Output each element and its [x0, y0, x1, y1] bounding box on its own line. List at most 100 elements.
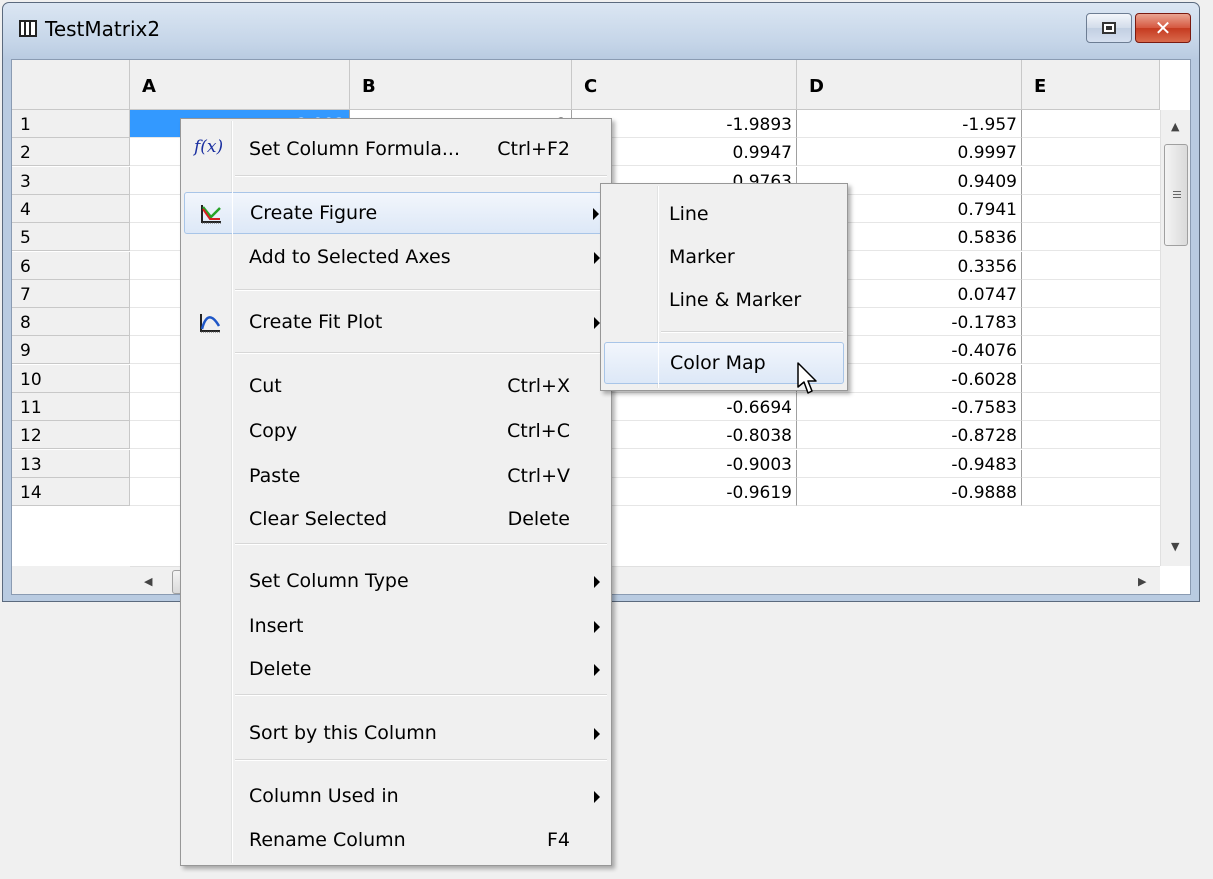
menu-item-delete[interactable]: Delete: [184, 649, 608, 691]
menu-item-label: Delete: [249, 658, 312, 680]
menu-item-clear-selected[interactable]: Clear Selected Delete: [184, 499, 608, 541]
cell-e7[interactable]: [1022, 279, 1160, 308]
menu-item-shortcut: Ctrl+C: [507, 420, 570, 442]
row-header[interactable]: 9: [12, 336, 130, 365]
menu-item-label: Paste: [249, 465, 301, 487]
column-header-e[interactable]: E: [1022, 60, 1160, 110]
row-header[interactable]: 12: [12, 421, 130, 450]
submenu-arrow-icon: [594, 664, 600, 676]
menu-item-shortcut: F4: [546, 829, 570, 851]
row-header[interactable]: 6: [12, 251, 130, 280]
window-title: TestMatrix2: [45, 17, 161, 41]
mouse-cursor-icon: [797, 362, 817, 394]
fit-plot-icon: [200, 314, 221, 333]
row-header[interactable]: 4: [12, 194, 130, 223]
close-button[interactable]: ✕: [1135, 13, 1191, 43]
row-header[interactable]: 8: [12, 308, 130, 337]
column-header-b[interactable]: B: [350, 60, 572, 110]
row-header[interactable]: 14: [12, 477, 130, 506]
submenu-item-label: Color Map: [670, 352, 766, 374]
cell-e6[interactable]: [1022, 251, 1160, 280]
row-header[interactable]: 2: [12, 138, 130, 167]
scroll-up-icon[interactable]: ▲: [1171, 120, 1179, 133]
scroll-right-icon[interactable]: ▶: [1138, 575, 1146, 588]
menu-item-set-column-formula[interactable]: f(x) Set Column Formula... Ctrl+F2: [184, 129, 608, 171]
cell-e5[interactable]: [1022, 223, 1160, 252]
submenu-arrow-icon: [594, 576, 600, 588]
context-menu: f(x) Set Column Formula... Ctrl+F2 Create F…: [180, 118, 612, 866]
menu-item-shortcut: Ctrl+F2: [497, 138, 570, 160]
row-header[interactable]: 3: [12, 166, 130, 195]
menu-item-rename-column[interactable]: Rename Column F4: [184, 820, 608, 862]
column-header-a[interactable]: A: [130, 60, 350, 110]
row-header[interactable]: 13: [12, 449, 130, 478]
cell-d2[interactable]: 0.9997: [797, 138, 1022, 167]
cell-e10[interactable]: [1022, 364, 1160, 393]
menu-item-label: Set Column Type: [249, 570, 409, 592]
menu-item-paste[interactable]: Paste Ctrl+V: [184, 456, 608, 498]
vertical-scroll-thumb[interactable]: [1164, 144, 1188, 246]
submenu-arrow-icon: [594, 728, 600, 740]
menu-item-shortcut: Ctrl+X: [507, 375, 570, 397]
row-header[interactable]: 5: [12, 223, 130, 252]
scroll-left-icon[interactable]: ◀: [144, 575, 152, 588]
cell-e3[interactable]: [1022, 166, 1160, 195]
row-header[interactable]: 10: [12, 364, 130, 393]
row-header[interactable]: 1: [12, 110, 130, 138]
submenu-item-marker[interactable]: Marker: [604, 237, 844, 279]
submenu-arrow-icon: [593, 208, 599, 220]
cell-e4[interactable]: [1022, 194, 1160, 223]
menu-item-column-used-in[interactable]: Column Used in: [184, 776, 608, 818]
submenu-arrow-icon: [594, 621, 600, 633]
menu-item-cut[interactable]: Cut Ctrl+X: [184, 366, 608, 408]
menu-item-label: Sort by this Column: [249, 722, 437, 744]
cell-e13[interactable]: [1022, 449, 1160, 478]
menu-item-label: Cut: [249, 375, 282, 397]
cell-e11[interactable]: [1022, 393, 1160, 421]
row-header[interactable]: 11: [12, 393, 130, 421]
menu-item-copy[interactable]: Copy Ctrl+C: [184, 411, 608, 453]
column-header-d[interactable]: D: [797, 60, 1022, 110]
cell-d11[interactable]: -0.7583: [797, 393, 1022, 421]
menu-item-label: Add to Selected Axes: [249, 246, 451, 268]
menu-item-label: Insert: [249, 615, 304, 637]
restore-icon: [1102, 22, 1116, 34]
submenu-item-label: Marker: [669, 246, 735, 268]
matrix-icon: [19, 20, 37, 37]
scroll-down-icon[interactable]: ▼: [1171, 540, 1179, 553]
cell-d1[interactable]: -1.957: [797, 110, 1022, 138]
title-bar[interactable]: TestMatrix2 ✕: [3, 3, 1199, 59]
menu-item-sort-by-this-column[interactable]: Sort by this Column: [184, 713, 608, 755]
cell-e1[interactable]: [1022, 110, 1160, 138]
menu-item-set-column-type[interactable]: Set Column Type: [184, 561, 608, 603]
submenu-arrow-icon: [594, 791, 600, 803]
menu-item-insert[interactable]: Insert: [184, 606, 608, 648]
cell-e14[interactable]: [1022, 477, 1160, 506]
cell-e9[interactable]: [1022, 336, 1160, 365]
menu-item-create-fit-plot[interactable]: Create Fit Plot: [184, 302, 608, 344]
restore-button[interactable]: [1086, 13, 1132, 43]
menu-item-label: Create Figure: [250, 202, 378, 224]
cell-e8[interactable]: [1022, 308, 1160, 337]
menu-item-label: Set Column Formula...: [249, 138, 460, 160]
cell-d13[interactable]: -0.9483: [797, 449, 1022, 478]
vertical-scrollbar[interactable]: ▲ ▼: [1160, 110, 1190, 566]
menu-item-create-figure[interactable]: Create Figure: [184, 192, 608, 234]
create-figure-icon: [201, 205, 221, 224]
submenu-item-line[interactable]: Line: [604, 194, 844, 236]
column-header-c[interactable]: C: [572, 60, 797, 110]
menu-item-label: Copy: [249, 420, 298, 442]
menu-item-add-to-selected-axes[interactable]: Add to Selected Axes: [184, 237, 608, 279]
close-icon: ✕: [1154, 16, 1172, 40]
grid-corner[interactable]: [12, 60, 130, 110]
menu-item-label: Rename Column: [249, 829, 406, 851]
cell-d14[interactable]: -0.9888: [797, 477, 1022, 506]
menu-item-label: Column Used in: [249, 785, 399, 807]
create-figure-submenu: Line Marker Line & Marker Color Map: [600, 183, 848, 391]
menu-item-label: Clear Selected: [249, 508, 388, 530]
cell-d12[interactable]: -0.8728: [797, 421, 1022, 450]
cell-e2[interactable]: [1022, 138, 1160, 167]
submenu-item-line-marker[interactable]: Line & Marker: [604, 280, 844, 322]
cell-e12[interactable]: [1022, 421, 1160, 450]
row-header[interactable]: 7: [12, 279, 130, 308]
